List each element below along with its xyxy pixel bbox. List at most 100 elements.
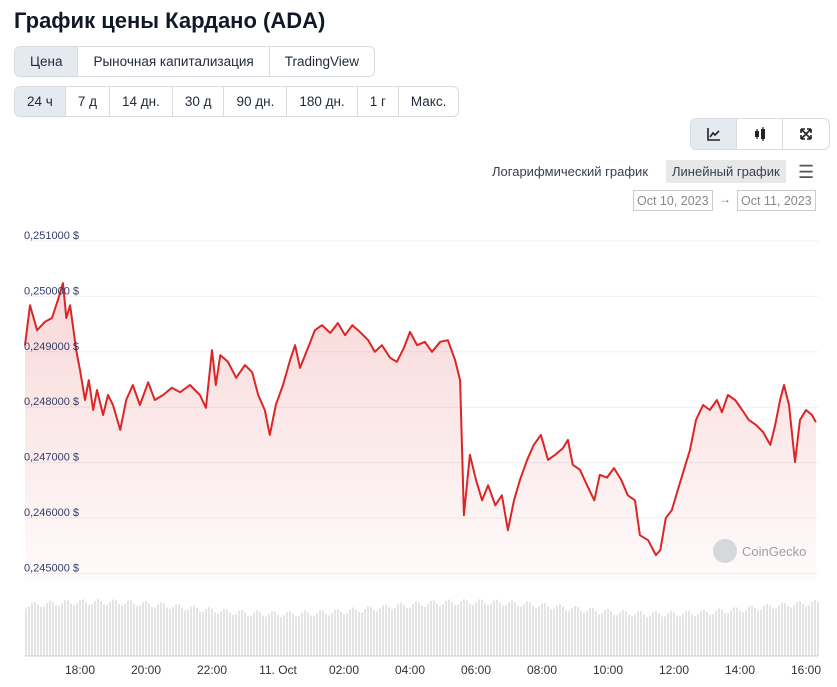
volume-bar	[409, 607, 411, 656]
volume-bar	[421, 605, 423, 656]
volume-bar	[763, 605, 765, 656]
volume-bar	[391, 609, 393, 656]
volume-bar	[817, 601, 819, 656]
volume-bar	[43, 606, 45, 656]
volume-bar	[148, 603, 150, 656]
volume-bar	[697, 614, 699, 656]
volume-bar	[115, 600, 117, 656]
volume-bar	[727, 613, 729, 656]
volume-bar	[175, 604, 177, 656]
volume-bar	[436, 603, 438, 656]
volume-bar	[493, 600, 495, 656]
volume-bar	[178, 604, 180, 656]
volume-bar	[439, 605, 441, 656]
price-area	[25, 283, 816, 580]
volume-bar	[160, 602, 162, 656]
volume-bar	[307, 612, 309, 656]
volume-bar	[37, 604, 39, 656]
volume-bar	[382, 605, 384, 656]
volume-bar	[82, 599, 84, 656]
volume-bar	[406, 607, 408, 656]
volume-bar	[73, 605, 75, 656]
y-tick-label: 0,249000 $	[24, 341, 79, 353]
volume-bar	[130, 600, 132, 656]
volume-bar	[376, 611, 378, 656]
volume-bar	[412, 604, 414, 656]
volume-bar	[325, 613, 327, 656]
volume-bar	[31, 603, 33, 656]
y-tick-label: 0,245000 $	[24, 562, 79, 574]
price-chart[interactable]: 0,251000 $ 0,250000 $ 0,249000 $ 0,248000 $…	[0, 0, 837, 687]
volume-bar	[271, 611, 273, 656]
volume-bar	[79, 600, 81, 656]
volume-bar	[670, 610, 672, 656]
volume-bar	[337, 608, 339, 656]
x-tick-label: 11. Oct	[259, 663, 297, 677]
volume-bar	[247, 615, 249, 656]
volume-bar	[772, 608, 774, 656]
volume-bar	[355, 609, 357, 656]
volume-bar	[505, 605, 507, 656]
volume-bar	[742, 612, 744, 656]
volume-bar	[256, 610, 258, 656]
volume-bar	[352, 607, 354, 656]
volume-bar	[766, 603, 768, 656]
y-tick-label: 0,246000 $	[24, 507, 79, 519]
volume-bar	[784, 603, 786, 656]
volume-bar	[208, 606, 210, 656]
volume-bar	[229, 612, 231, 656]
volume-bar	[181, 607, 183, 656]
volume-bar	[34, 601, 36, 656]
volume-bar	[769, 605, 771, 656]
volume-bar	[214, 612, 216, 656]
coingecko-logo-icon	[713, 539, 737, 563]
volume-bar	[652, 612, 654, 656]
volume-bar	[631, 616, 633, 656]
volume-bar	[775, 608, 777, 656]
volume-bar	[700, 610, 702, 656]
volume-bar	[154, 607, 156, 656]
volume-bar	[334, 609, 336, 656]
volume-bar	[424, 606, 426, 656]
volume-bar	[625, 611, 627, 656]
volume-bar	[574, 606, 576, 656]
volume-bar	[415, 601, 417, 656]
volume-bar	[202, 611, 204, 656]
volume-bar	[457, 604, 459, 656]
volume-bar	[688, 610, 690, 656]
volume-bar	[100, 600, 102, 656]
volume-bar	[118, 603, 120, 656]
volume-bar	[358, 612, 360, 656]
volume-bar	[442, 604, 444, 656]
x-tick-label: 10:00	[593, 663, 623, 677]
x-tick-label: 02:00	[329, 663, 359, 677]
volume-bar	[145, 601, 147, 656]
volume-bar	[475, 602, 477, 656]
volume-bar	[106, 604, 108, 656]
y-tick-label: 0,251000 $	[24, 230, 79, 242]
volume-bar	[781, 602, 783, 656]
volume-bar	[340, 611, 342, 656]
volume-bar	[40, 606, 42, 656]
volume-bar	[133, 603, 135, 656]
volume-bar	[367, 606, 369, 656]
volume-bar	[655, 611, 657, 656]
volume-bar	[511, 600, 513, 656]
volume-bar	[580, 610, 582, 656]
volume-bar	[538, 606, 540, 656]
volume-bar	[241, 609, 243, 656]
volume-bar	[52, 602, 54, 656]
volume-bar	[808, 605, 810, 656]
volume-bar	[628, 614, 630, 656]
volume-bar	[295, 616, 297, 656]
volume-bar	[547, 606, 549, 656]
volume-bar	[598, 613, 600, 656]
volume-bar	[532, 605, 534, 656]
volume-bar	[400, 602, 402, 656]
volume-bar	[559, 604, 561, 656]
volume-bar	[109, 602, 111, 656]
volume-bar	[196, 608, 198, 656]
volume-bar	[55, 605, 57, 656]
volume-bar	[313, 616, 315, 656]
volume-bar	[268, 614, 270, 656]
